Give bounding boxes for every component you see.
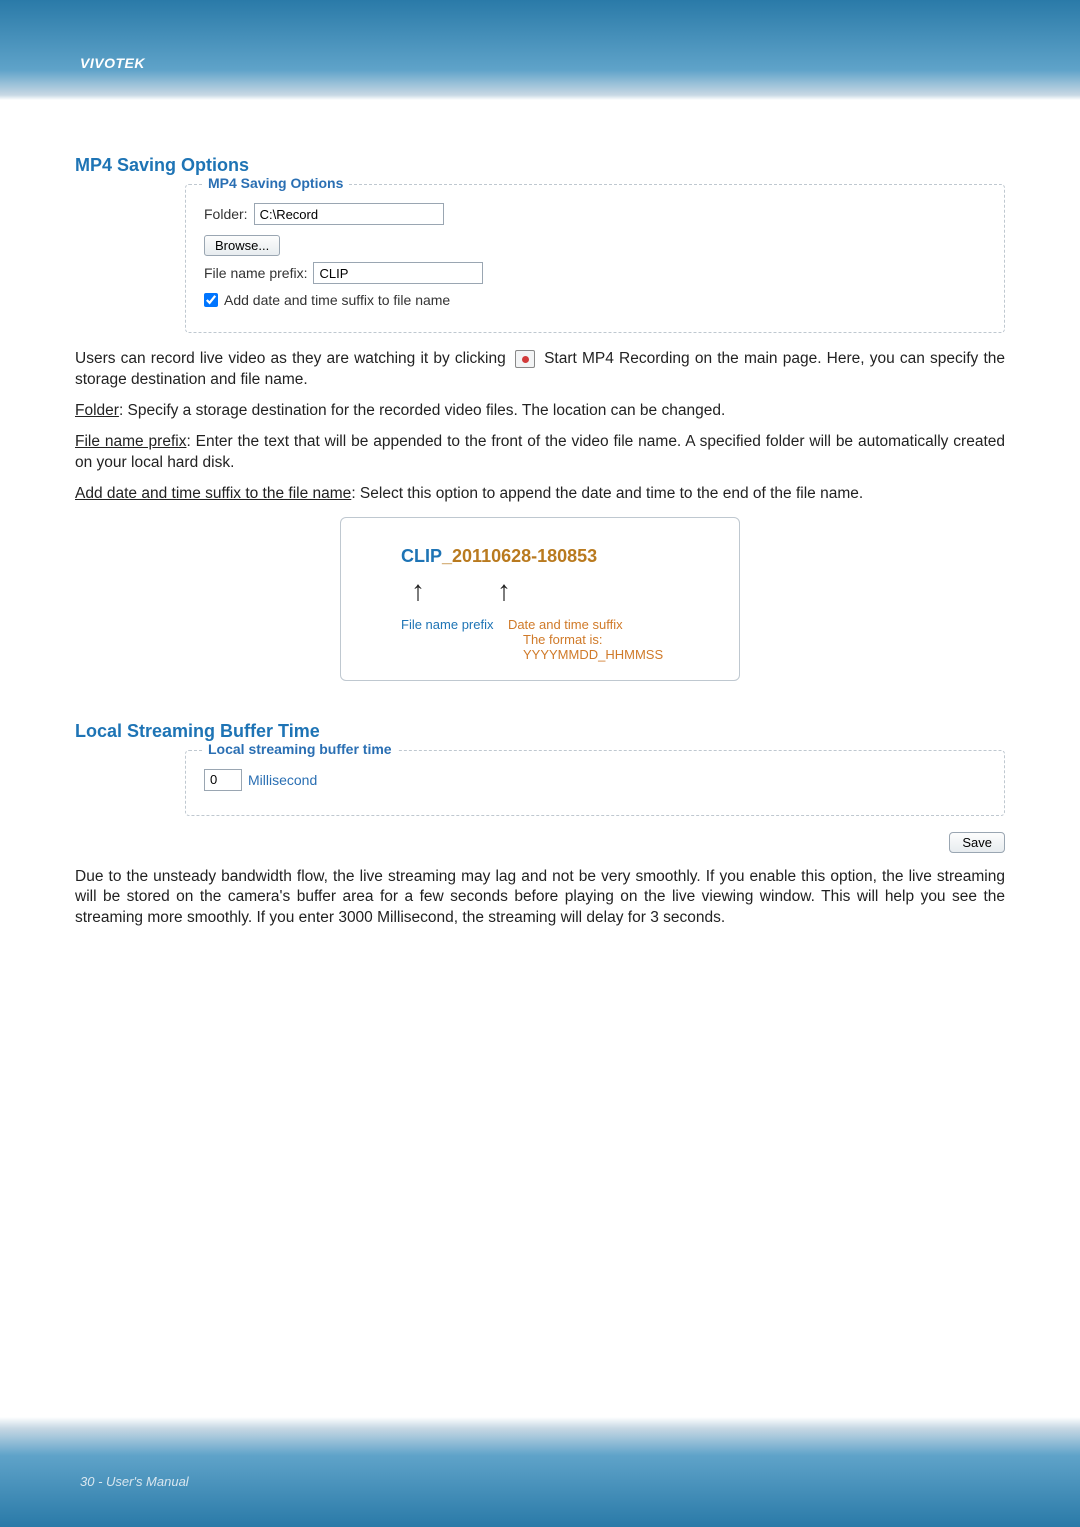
buffer-row: Millisecond (204, 769, 986, 791)
mp4-section-title: MP4 Saving Options (75, 155, 1005, 176)
prefix-label: File name prefix: (204, 265, 307, 281)
p1a-text: Users can record live video as they are … (75, 350, 506, 367)
footer-label: 30 - User's Manual (80, 1474, 189, 1489)
page-content: MP4 Saving Options MP4 Saving Options Fo… (0, 100, 1080, 929)
save-button[interactable]: Save (949, 832, 1005, 853)
footer-gradient: 30 - User's Manual (0, 1417, 1080, 1527)
buffer-unit: Millisecond (248, 772, 317, 788)
p3-text: : Enter the text that will be appended t… (75, 433, 1005, 471)
paragraph-5: Due to the unsteady bandwidth flow, the … (75, 867, 1005, 930)
buffer-fieldset: Local streaming buffer time Millisecond (185, 750, 1005, 816)
diagram-label-prefix: File name prefix (401, 617, 493, 632)
record-icon (515, 350, 535, 368)
diagram-arrows: ↑ ↑ (401, 577, 709, 605)
paragraph-3: File name prefix: Enter the text that wi… (75, 432, 1005, 474)
p4-underline: Add date and time suffix to the file nam… (75, 485, 351, 502)
prefix-input[interactable] (313, 262, 483, 284)
suffix-checkbox-row: Add date and time suffix to file name (204, 292, 986, 308)
diagram-label-suffix: Date and time suffix (508, 617, 623, 632)
p3-underline: File name prefix (75, 433, 186, 450)
arrow-up-icon: ↑ (497, 577, 511, 605)
brand-label: VIVOTEK (80, 55, 145, 71)
mp4-fieldset: MP4 Saving Options Folder: Browse... Fil… (185, 184, 1005, 333)
mp4-legend: MP4 Saving Options (202, 175, 349, 191)
paragraph-1: Users can record live video as they are … (75, 349, 1005, 391)
header-gradient: VIVOTEK (0, 0, 1080, 100)
suffix-checkbox[interactable] (204, 293, 218, 307)
diagram-labels: File name prefix Date and time suffix Th… (401, 617, 709, 662)
folder-input[interactable] (254, 203, 444, 225)
filename-diagram: CLIP_20110628-180853 ↑ ↑ File name prefi… (340, 517, 740, 681)
diagram-suffix: 20110628-180853 (452, 546, 597, 566)
diagram-prefix: CLIP (401, 546, 442, 566)
arrow-up-icon: ↑ (411, 577, 425, 605)
paragraph-2: Folder: Specify a storage destination fo… (75, 401, 1005, 422)
paragraph-4: Add date and time suffix to the file nam… (75, 484, 1005, 505)
p4-text: : Select this option to append the date … (351, 485, 863, 502)
diagram-underscore: _ (442, 546, 452, 566)
buffer-input[interactable] (204, 769, 242, 791)
p2-text: : Specify a storage destination for the … (119, 402, 725, 419)
buffer-legend: Local streaming buffer time (202, 741, 398, 757)
prefix-row: File name prefix: (204, 262, 986, 284)
folder-row: Folder: (204, 203, 986, 225)
folder-label: Folder: (204, 206, 248, 222)
p2-underline: Folder (75, 402, 119, 419)
buffer-section-title: Local Streaming Buffer Time (75, 721, 1005, 742)
save-row: Save (185, 832, 1005, 853)
suffix-checkbox-label: Add date and time suffix to file name (224, 292, 450, 308)
diagram-filename: CLIP_20110628-180853 (401, 546, 709, 567)
browse-button[interactable]: Browse... (204, 235, 280, 256)
diagram-label-format: The format is: YYYYMMDD_HHMMSS (401, 632, 709, 662)
